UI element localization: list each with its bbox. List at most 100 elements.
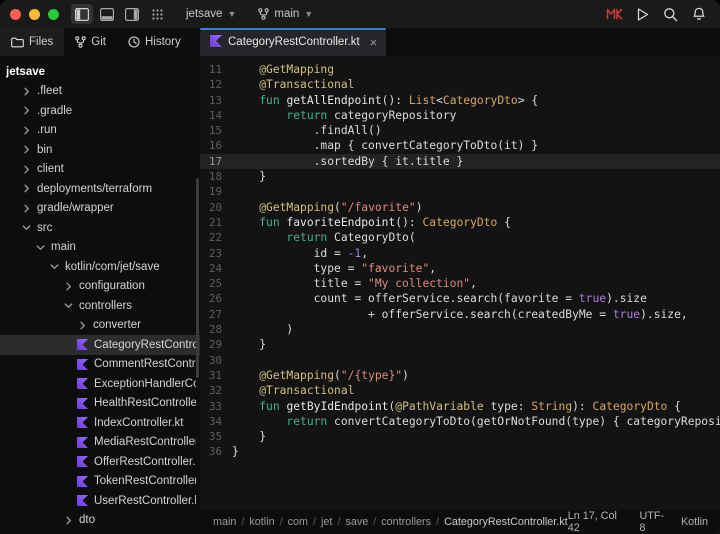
file-tree-item[interactable]: configuration — [0, 277, 200, 297]
code-line[interactable]: 14 return categoryRepository — [200, 108, 720, 123]
chevron-down-icon[interactable] — [62, 301, 75, 310]
code-line[interactable]: 13 fun getAllEndpoint(): List<CategoryDt… — [200, 93, 720, 108]
breadcrumb-segment[interactable]: main — [213, 516, 236, 528]
close-window-button[interactable] — [10, 8, 21, 20]
breadcrumb[interactable]: main / kotlin / com / jet / save / controllers / Cat… — [213, 516, 568, 528]
chevron-right-icon[interactable] — [20, 204, 33, 213]
chevron-right-icon[interactable] — [20, 106, 33, 115]
code-line[interactable]: 24 type = "favorite", — [200, 261, 720, 276]
breadcrumb-segment[interactable]: save — [345, 516, 368, 528]
zoom-window-button[interactable] — [48, 8, 59, 20]
grid-apps-icon[interactable] — [146, 4, 168, 24]
file-tree[interactable]: jetsave .fleet .gradle .run bin client deploym… — [0, 56, 200, 534]
right-panel-icon[interactable] — [121, 4, 143, 24]
sidebar-tab-history[interactable]: History — [117, 28, 192, 56]
code-line[interactable]: 22 return CategoryDto( — [200, 230, 720, 245]
code-line[interactable]: 12 @Transactional — [200, 77, 720, 92]
chevron-right-icon[interactable] — [20, 87, 33, 96]
chevron-right-icon[interactable] — [20, 165, 33, 174]
file-tree-item[interactable]: controllers — [0, 296, 200, 316]
chevron-right-icon[interactable] — [62, 282, 75, 291]
code-line[interactable]: 16 .map { convertCategoryToDto(it) } — [200, 138, 720, 153]
file-tree-item[interactable]: .run — [0, 121, 200, 141]
caret-position[interactable]: Ln 17, Col 42 — [568, 510, 626, 534]
code-line[interactable]: 36} — [200, 444, 720, 459]
editor-tab-categoryrestcontroller[interactable]: CategoryRestController.kt × — [200, 28, 387, 56]
code-line[interactable]: 26 count = offerService.search(favorite … — [200, 291, 720, 306]
code-line[interactable]: 30 — [200, 353, 720, 368]
run-icon[interactable] — [634, 6, 651, 23]
left-panel-icon[interactable] — [71, 4, 93, 24]
file-tree-item-selected[interactable]: CategoryRestController.kt — [0, 335, 200, 355]
sidebar-tab-files[interactable]: Files — [0, 28, 65, 56]
close-icon[interactable]: × — [370, 36, 378, 49]
code-line[interactable]: 31 @GetMapping("/{type}") — [200, 368, 720, 383]
file-tree-item[interactable]: src — [0, 218, 200, 238]
code-line[interactable]: 23 id = -1, — [200, 246, 720, 261]
code-editor[interactable]: 11 @GetMapping 12 @Transactional 13 fun ge… — [200, 56, 720, 510]
file-tree-item[interactable]: IndexController.kt — [0, 413, 200, 433]
file-tree-item[interactable]: client — [0, 160, 200, 180]
file-tree-item[interactable]: kotlin/com/jet/save — [0, 257, 200, 277]
file-tree-item[interactable]: .gradle — [0, 101, 200, 121]
file-tree-item-label: UserRestController.kt — [94, 494, 196, 507]
chevron-down-icon[interactable] — [48, 262, 61, 271]
code-line[interactable]: 29 } — [200, 337, 720, 352]
code-line[interactable]: 28 ) — [200, 322, 720, 337]
code-token: { — [497, 215, 511, 229]
breadcrumb-segment[interactable]: kotlin — [249, 516, 274, 528]
file-language[interactable]: Kotlin — [681, 516, 708, 528]
breadcrumb-segment[interactable]: controllers — [381, 516, 431, 528]
code-line[interactable]: 15 .findAll() — [200, 123, 720, 138]
file-tree-item[interactable]: ExceptionHandlerControlle — [0, 374, 200, 394]
breadcrumb-segment[interactable]: CategoryRestController.kt — [444, 516, 568, 528]
chevron-down-icon[interactable] — [34, 243, 47, 252]
file-tree-item[interactable]: deployments/terraform — [0, 179, 200, 199]
code-line-active[interactable]: 17 .sortedBy { it.title } — [200, 153, 720, 170]
chevron-right-icon[interactable] — [62, 516, 75, 525]
file-tree-item[interactable]: entities — [0, 530, 200, 534]
chevron-down-icon[interactable] — [20, 223, 33, 232]
code-line[interactable]: 32 @Transactional — [200, 383, 720, 398]
breadcrumb-separator: / — [436, 516, 440, 528]
chevron-right-icon[interactable] — [20, 184, 33, 193]
minimize-window-button[interactable] — [29, 8, 40, 20]
code-line[interactable]: 18 } — [200, 169, 720, 184]
project-selector[interactable]: jetsave ▼ — [182, 6, 240, 22]
file-tree-item[interactable]: jetsave — [0, 62, 200, 82]
branch-selector[interactable]: main ▼ — [254, 6, 317, 22]
file-tree-item[interactable]: TokenRestController.kt — [0, 472, 200, 492]
file-tree-item[interactable]: OfferRestController.kt — [0, 452, 200, 472]
code-with-me-icon[interactable] — [606, 6, 623, 23]
code-line[interactable]: 19 — [200, 184, 720, 199]
file-tree-item[interactable]: gradle/wrapper — [0, 199, 200, 219]
notifications-icon[interactable] — [690, 6, 707, 23]
code-line[interactable]: 11 @GetMapping — [200, 62, 720, 77]
code-line[interactable]: 20 @GetMapping("/favorite") — [200, 200, 720, 215]
file-tree-item[interactable]: main — [0, 238, 200, 258]
code-line[interactable]: 35 } — [200, 429, 720, 444]
file-tree-item[interactable]: CommentRestController.kt — [0, 355, 200, 375]
file-tree-item[interactable]: HealthRestController.kt — [0, 394, 200, 414]
file-tree-item[interactable]: converter — [0, 316, 200, 336]
code-line[interactable]: 25 title = "My collection", — [200, 276, 720, 291]
file-tree-item[interactable]: dto — [0, 511, 200, 531]
breadcrumb-segment[interactable]: jet — [321, 516, 332, 528]
chevron-right-icon[interactable] — [20, 145, 33, 154]
file-encoding[interactable]: UTF-8 — [639, 510, 667, 534]
breadcrumb-segment[interactable]: com — [288, 516, 308, 528]
code-line[interactable]: 33 fun getByIdEndpoint(@PathVariable typ… — [200, 399, 720, 414]
code-line[interactable]: 34 return convertCategoryToDto(getOrNotF… — [200, 414, 720, 429]
file-tree-item[interactable]: bin — [0, 140, 200, 160]
sidebar-tab-git[interactable]: Git — [64, 28, 117, 56]
bottom-panel-icon[interactable] — [96, 4, 118, 24]
chevron-right-icon[interactable] — [76, 321, 89, 330]
chevron-right-icon[interactable] — [20, 126, 33, 135]
file-tree-item[interactable]: UserRestController.kt — [0, 491, 200, 511]
code-line[interactable]: 27 + offerService.search(createdByMe = t… — [200, 307, 720, 322]
file-tree-item[interactable]: .fleet — [0, 82, 200, 102]
file-tree-item[interactable]: MediaRestController.kt — [0, 433, 200, 453]
code-line[interactable]: 21 fun favoriteEndpoint(): CategoryDto { — [200, 215, 720, 230]
search-icon[interactable] — [662, 6, 679, 23]
sidebar-scrollbar[interactable] — [196, 178, 199, 378]
